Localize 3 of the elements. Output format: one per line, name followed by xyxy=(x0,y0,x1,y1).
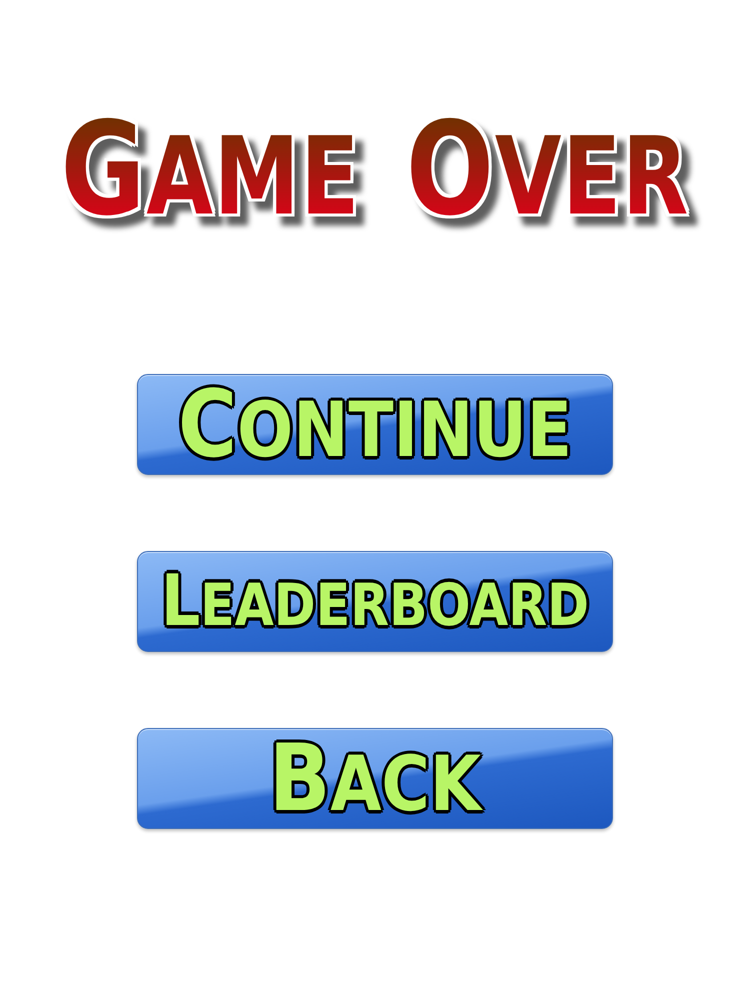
menu-button[interactable]: CONTINUE xyxy=(137,374,613,475)
menu-button[interactable]: BACK xyxy=(137,728,613,829)
menu-button[interactable]: LEADERBOARD xyxy=(137,550,613,652)
